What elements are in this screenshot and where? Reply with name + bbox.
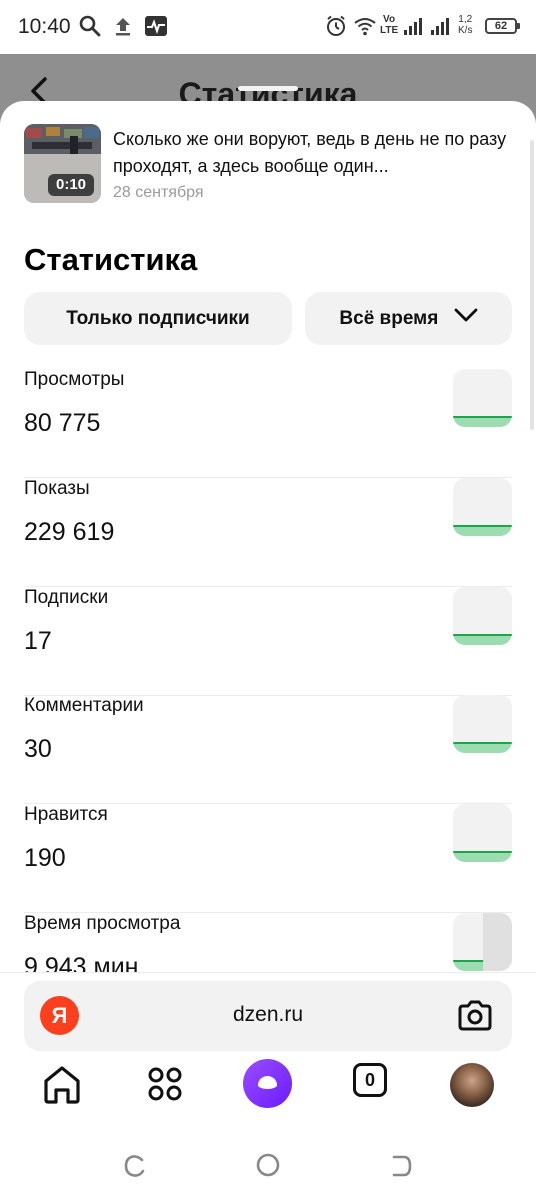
video-thumbnail[interactable]: 0:10: [24, 124, 101, 203]
home-icon[interactable]: [42, 1063, 82, 1110]
statistics-heading: Статистика: [24, 242, 198, 277]
address-bar[interactable]: Я dzen.ru: [24, 981, 512, 1051]
metric-likes[interactable]: Нравится 190: [24, 804, 512, 913]
period-dropdown[interactable]: Всё время: [305, 292, 512, 345]
metric-label: Время просмотра: [24, 913, 181, 934]
sparkline-chart: [453, 804, 512, 862]
activity-monitor-icon: [144, 14, 168, 43]
sparkline-chart: [453, 478, 512, 536]
metric-subscriptions[interactable]: Подписки 17: [24, 587, 512, 696]
tabs-counter-button[interactable]: 0: [353, 1063, 387, 1097]
services-grid-icon[interactable]: [147, 1066, 183, 1107]
alarm-icon: [325, 14, 347, 43]
video-date: 28 сентября: [113, 184, 204, 201]
metric-value: 17: [24, 627, 52, 655]
metric-label: Просмотры: [24, 369, 125, 390]
sparkline-chart: [453, 695, 512, 753]
metric-value: 229 619: [24, 518, 115, 546]
metric-impressions[interactable]: Показы 229 619: [24, 478, 512, 587]
signal-icon: [403, 14, 425, 43]
metric-watch-time[interactable]: Время просмотра 9 943 мин: [24, 913, 512, 981]
status-bar: 10:40 Vo LTE 1,2 K/s 62: [0, 0, 536, 54]
wifi-icon: [353, 14, 377, 43]
video-duration-badge: 0:10: [48, 174, 94, 196]
alice-assistant-icon[interactable]: [243, 1059, 292, 1108]
metric-value: 190: [24, 844, 66, 872]
profile-avatar[interactable]: [450, 1063, 494, 1107]
signal-2-icon: [430, 14, 452, 43]
subscribers-only-filter[interactable]: Только подписчики: [24, 292, 292, 345]
home-nav-icon[interactable]: [255, 1152, 281, 1183]
statistics-sheet: 0:10 Сколько же они воруют, ведь в день …: [0, 101, 536, 981]
scrollbar[interactable]: [530, 140, 534, 430]
video-card[interactable]: 0:10 Сколько же они воруют, ведь в день …: [24, 124, 512, 204]
metric-label: Комментарии: [24, 695, 144, 716]
volte-indicator: Vo LTE: [380, 14, 399, 36]
battery-icon: 62: [485, 18, 520, 34]
camera-icon[interactable]: [456, 998, 494, 1039]
sheet-grabber[interactable]: [238, 86, 298, 91]
sparkline-chart: [453, 369, 512, 427]
search-icon: [78, 14, 102, 43]
sparkline-chart: [453, 913, 512, 971]
metric-value: 80 775: [24, 409, 101, 437]
metric-label: Показы: [24, 478, 90, 499]
sparkline-chart: [453, 587, 512, 645]
metric-comments[interactable]: Комментарии 30: [24, 695, 512, 804]
period-label: Всё время: [339, 308, 439, 329]
metric-label: Нравится: [24, 804, 108, 825]
system-navigation: [0, 1135, 536, 1200]
bottom-navigation: 0: [0, 1059, 536, 1133]
status-time: 10:40: [18, 15, 71, 38]
network-speed: 1,2 K/s: [458, 14, 473, 36]
chevron-down-icon: [454, 291, 478, 344]
recent-apps-icon[interactable]: [122, 1153, 148, 1184]
metric-value: 30: [24, 735, 52, 763]
metric-label: Подписки: [24, 587, 109, 608]
back-nav-icon[interactable]: [388, 1153, 414, 1184]
video-title[interactable]: Сколько же они воруют, ведь в день не по…: [113, 126, 513, 180]
upload-icon: [113, 14, 133, 43]
url-text[interactable]: dzen.ru: [24, 1003, 512, 1027]
metric-views[interactable]: Просмотры 80 775: [24, 369, 512, 478]
